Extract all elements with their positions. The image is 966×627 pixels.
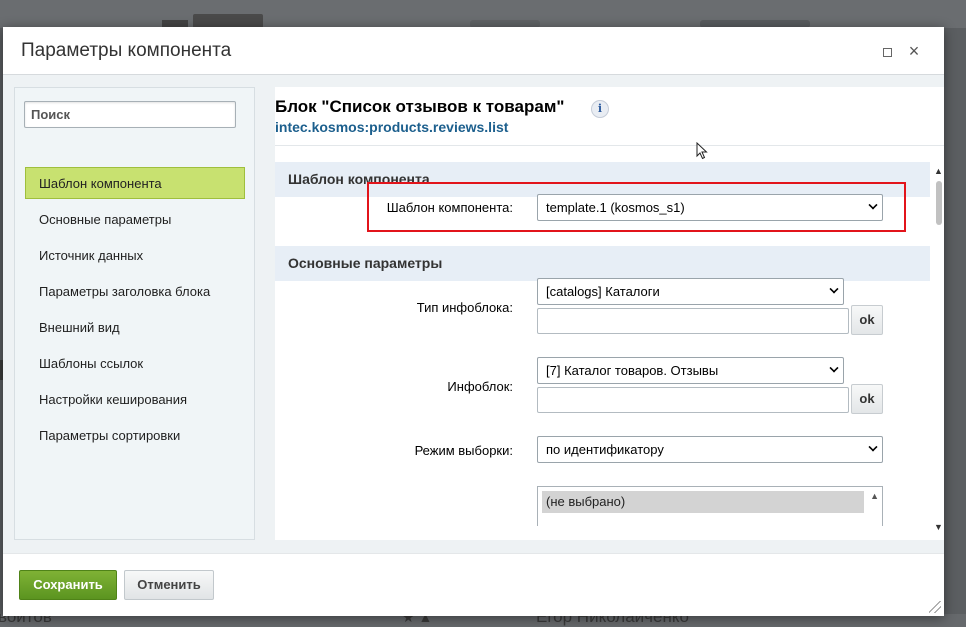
sidebar-item-appearance[interactable]: Внешний вид <box>25 311 245 343</box>
scroll-up-icon[interactable]: ▲ <box>870 491 879 501</box>
dialog-body: Шаблон компонента Основные параметры Ист… <box>13 87 944 540</box>
search-input[interactable] <box>24 101 236 128</box>
block-title: Блок "Список отзывов к товарам" <box>275 97 565 116</box>
sidebar-item-header-params[interactable]: Параметры заголовка блока <box>25 275 245 307</box>
mouse-cursor-icon <box>696 142 708 160</box>
dialog-footer: Сохранить Отменить <box>3 553 944 616</box>
dialog-title: Параметры компонента <box>21 40 232 61</box>
scrollbar-thumb[interactable] <box>936 181 942 225</box>
component-params-dialog: Параметры компонента × Шаблон компонента… <box>3 27 944 616</box>
iblock-type-ok-button[interactable]: ok <box>851 305 883 335</box>
background-header <box>0 0 966 28</box>
sidebar-item-main-params[interactable]: Основные параметры <box>25 203 245 235</box>
info-icon[interactable]: i <box>591 100 609 118</box>
vertical-scrollbar[interactable]: ▲ ▼ <box>934 162 944 540</box>
mode-select-value: по идентификатору <box>546 442 664 457</box>
sidebar-item-template[interactable]: Шаблон компонента <box>25 167 245 199</box>
iblock-ok-button[interactable]: ok <box>851 384 883 414</box>
iblock-type-input[interactable] <box>537 308 849 334</box>
close-icon[interactable]: × <box>906 42 922 60</box>
divider <box>275 145 944 146</box>
scroll-up-icon[interactable]: ▲ <box>934 166 943 176</box>
sidebar-item-url-templates[interactable]: Шаблоны ссылок <box>25 347 245 379</box>
section-main-params-header: Основные параметры <box>275 246 930 281</box>
sidebar: Шаблон компонента Основные параметры Ист… <box>14 87 255 540</box>
sidebar-item-sorting[interactable]: Параметры сортировки <box>25 419 245 451</box>
background-logo-text <box>193 14 263 28</box>
iblock-type-select[interactable]: [catalogs] Каталоги <box>537 278 844 305</box>
template-select[interactable]: template.1 (kosmos_s1) <box>537 194 883 221</box>
sidebar-item-caching[interactable]: Настройки кеширования <box>25 383 245 415</box>
iblock-type-label: Тип инфоблока: <box>416 300 513 315</box>
iblock-select-value: [7] Каталог товаров. Отзывы <box>546 363 719 378</box>
mode-select[interactable]: по идентификатору <box>537 436 883 463</box>
elements-multiselect[interactable]: (не выбрано) ▲ <box>537 486 883 526</box>
chevron-down-icon <box>868 442 878 452</box>
chevron-down-icon <box>829 284 839 294</box>
chevron-down-icon <box>829 363 839 373</box>
template-label: Шаблон компонента: <box>386 200 513 215</box>
save-button[interactable]: Сохранить <box>19 570 117 600</box>
mode-label: Режим выборки: <box>414 443 513 458</box>
iblock-label: Инфоблок: <box>447 379 513 394</box>
block-code-link: intec.kosmos:products.reviews.list <box>275 119 509 135</box>
scroll-down-icon[interactable]: ▼ <box>934 522 943 532</box>
sidebar-item-data-source[interactable]: Источник данных <box>25 239 245 271</box>
iblock-select[interactable]: [7] Каталог товаров. Отзывы <box>537 357 844 384</box>
iblock-type-select-value: [catalogs] Каталоги <box>546 284 660 299</box>
template-select-value: template.1 (kosmos_s1) <box>546 200 685 215</box>
sidebar-list: Шаблон компонента Основные параметры Ист… <box>25 167 245 455</box>
iblock-input[interactable] <box>537 387 849 413</box>
chevron-down-icon <box>868 200 878 210</box>
resize-handle-icon[interactable] <box>929 601 941 613</box>
multiselect-option[interactable]: (не выбрано) <box>542 491 864 513</box>
maximize-icon[interactable] <box>879 43 895 59</box>
main-panel: Блок "Список отзывов к товарам" i intec.… <box>275 87 944 540</box>
params-scroll-area[interactable]: Шаблон компонента Шаблон компонента: tem… <box>275 162 944 540</box>
cancel-button[interactable]: Отменить <box>124 570 214 600</box>
dialog-header: Параметры компонента × <box>3 27 944 75</box>
